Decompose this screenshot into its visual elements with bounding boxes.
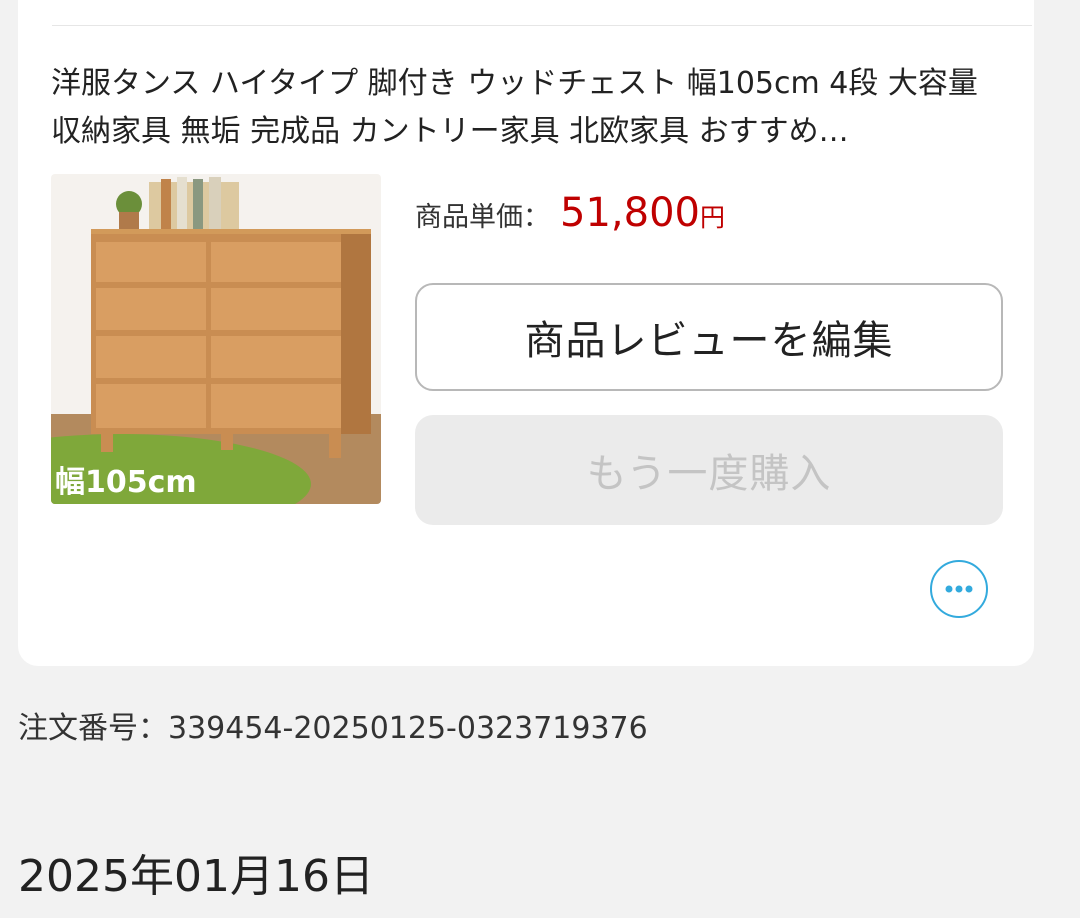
order-number: 注文番号：339454-20250125-0323719376 bbox=[18, 711, 648, 746]
order-date-heading: 2025年01月16日 bbox=[18, 851, 374, 902]
more-options-button[interactable] bbox=[930, 560, 988, 618]
price-unit: 円 bbox=[699, 203, 725, 232]
unit-price: 商品単価： 51,800 円 bbox=[415, 190, 725, 238]
thumbnail-size-label: 幅105cm bbox=[55, 465, 197, 500]
order-card: 洋服タンス ハイタイプ 脚付き ウッドチェスト 幅105cm 4段 大容量 収納… bbox=[18, 0, 1034, 666]
edit-review-button[interactable]: 商品レビューを編集 bbox=[415, 283, 1003, 391]
product-title[interactable]: 洋服タンス ハイタイプ 脚付き ウッドチェスト 幅105cm 4段 大容量 収納… bbox=[51, 60, 1001, 156]
buy-again-button[interactable]: もう一度購入 bbox=[415, 415, 1003, 525]
ellipsis-icon bbox=[945, 585, 973, 593]
product-thumbnail[interactable]: 幅105cm bbox=[51, 174, 381, 504]
divider bbox=[52, 25, 1032, 26]
price-value: 51,800 bbox=[560, 190, 700, 236]
price-label: 商品単価： bbox=[415, 202, 550, 233]
